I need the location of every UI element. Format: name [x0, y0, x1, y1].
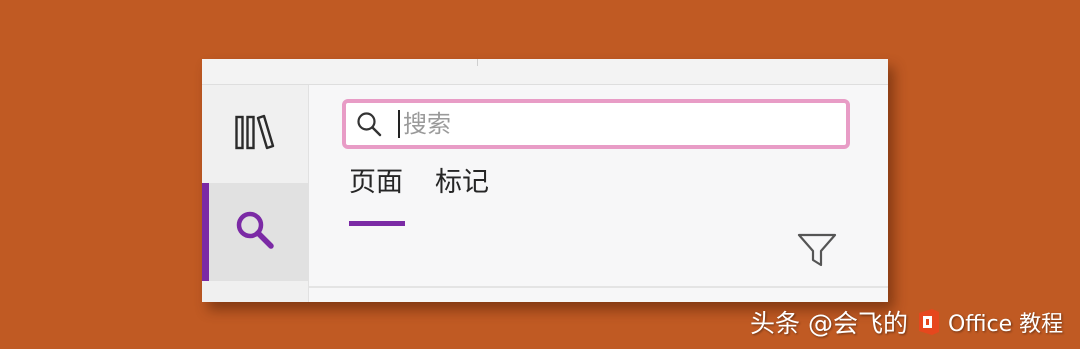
search-input[interactable] — [403, 110, 783, 138]
navigation-rail — [202, 85, 309, 302]
watermark-tail: Office 教程 — [947, 312, 1064, 337]
watermark-text: 头条 @会飞的 — [750, 309, 908, 338]
tab-pages[interactable]: 页面 — [349, 169, 403, 196]
rail-item-search[interactable] — [202, 183, 308, 281]
rail-active-indicator — [202, 183, 209, 281]
watermark: 头条 @会飞的 Office 教程 — [750, 302, 1063, 342]
office-logo-icon — [914, 307, 944, 337]
tab-tags[interactable]: 标记 — [435, 169, 489, 196]
tab-divider — [309, 286, 888, 288]
onenote-search-panel: 页面 标记 — [202, 59, 888, 302]
panel-top-bar — [202, 59, 888, 85]
rail-item-notebooks[interactable] — [202, 85, 308, 183]
search-icon — [356, 111, 382, 137]
notebooks-icon — [235, 114, 275, 154]
search-icon — [234, 209, 276, 255]
search-box[interactable] — [342, 99, 850, 149]
active-tab-underline — [349, 221, 405, 226]
text-cursor — [398, 110, 400, 138]
top-bar-divider — [477, 59, 478, 66]
filter-icon — [797, 232, 837, 272]
search-content: 页面 标记 — [309, 85, 888, 302]
filter-button[interactable] — [795, 232, 839, 272]
